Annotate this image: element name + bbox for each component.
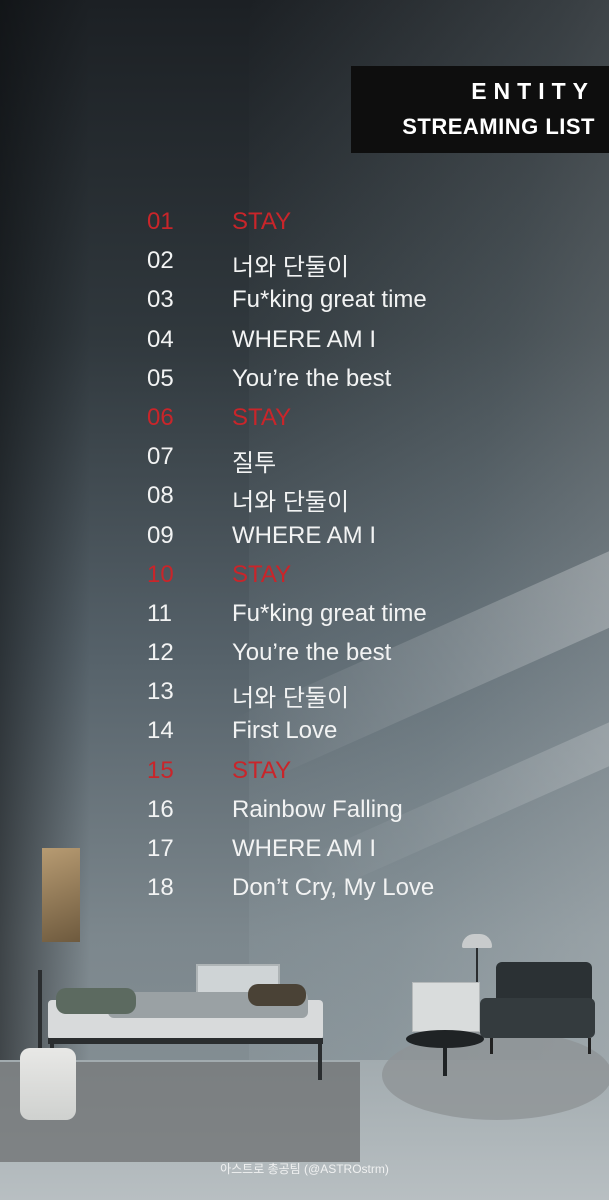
track-title: Rainbow Falling bbox=[232, 795, 403, 823]
track-number: 01 bbox=[147, 208, 174, 235]
track-row: 15 STAY bbox=[0, 753, 609, 792]
track-title: You’re the best bbox=[232, 639, 392, 667]
track-row: 16 Rainbow Falling bbox=[0, 792, 609, 831]
title-box: ENTITY STREAMING LIST bbox=[351, 66, 609, 153]
track-number: 14 bbox=[147, 717, 174, 745]
track-title: 너와 단둘이 bbox=[232, 685, 350, 713]
track-number: 07 bbox=[147, 443, 174, 471]
side-table bbox=[20, 1048, 76, 1120]
title-streaming-list: STREAMING LIST bbox=[402, 114, 595, 139]
track-number: 13 bbox=[147, 678, 174, 706]
track-title: WHERE AM I bbox=[232, 325, 377, 353]
credit-text: 아스트로 총공팀 (@ASTROstrm) bbox=[220, 1162, 389, 1176]
track-title: WHERE AM I bbox=[232, 521, 377, 549]
track-title: WHERE AM I bbox=[232, 835, 377, 862]
track-row: 05 You’re the best bbox=[0, 361, 609, 400]
bed bbox=[38, 970, 328, 1080]
track-row: 14 First Love bbox=[0, 713, 609, 752]
coffee-table bbox=[406, 1030, 484, 1076]
track-title: You’re the best bbox=[232, 364, 392, 392]
track-row: 09 WHERE AM I bbox=[0, 518, 609, 557]
track-row: 12 You’re the best bbox=[0, 635, 609, 674]
track-title: STAY bbox=[232, 403, 292, 431]
track-row: 08 너와 단둘이 bbox=[0, 478, 609, 517]
track-title: Fu*king great time bbox=[232, 599, 427, 627]
track-list: 01 STAY 02 너와 단둘이 03 Fu*king great time 04 WHER… bbox=[0, 204, 609, 909]
track-row: 03 Fu*king great time bbox=[0, 282, 609, 321]
track-row: 18 Don’t Cry, My Love bbox=[0, 870, 609, 909]
track-number: 10 bbox=[147, 560, 174, 588]
track-number: 05 bbox=[147, 364, 174, 392]
track-number: 16 bbox=[147, 795, 174, 823]
track-number: 12 bbox=[147, 639, 174, 667]
track-title: Don’t Cry, My Love bbox=[232, 874, 435, 902]
track-number: 06 bbox=[147, 403, 174, 431]
track-number: 02 bbox=[147, 247, 174, 275]
track-row: 13 너와 단둘이 bbox=[0, 674, 609, 713]
track-row: 11 Fu*king great time bbox=[0, 596, 609, 635]
track-row: 06 STAY bbox=[0, 400, 609, 439]
track-title: 너와 단둘이 bbox=[232, 254, 350, 282]
track-row: 10 STAY bbox=[0, 557, 609, 596]
track-title: 너와 단둘이 bbox=[232, 489, 350, 517]
track-number: 18 bbox=[147, 874, 174, 902]
track-title: STAY bbox=[232, 756, 292, 784]
track-number: 08 bbox=[147, 482, 174, 510]
track-row: 02 너와 단둘이 bbox=[0, 243, 609, 282]
track-number: 04 bbox=[147, 325, 174, 353]
armchair bbox=[480, 962, 595, 1054]
track-number: 15 bbox=[147, 756, 174, 784]
leaning-frame bbox=[412, 982, 480, 1032]
track-row: 04 WHERE AM I bbox=[0, 322, 609, 361]
track-number: 03 bbox=[147, 286, 174, 314]
track-title: Fu*king great time bbox=[232, 286, 427, 314]
track-title: STAY bbox=[232, 560, 292, 588]
track-number: 11 bbox=[147, 599, 172, 627]
track-title: STAY bbox=[232, 208, 292, 235]
title-entity: ENTITY bbox=[471, 78, 595, 104]
track-title: 질투 bbox=[232, 450, 277, 478]
track-number: 17 bbox=[147, 835, 174, 862]
track-title: First Love bbox=[232, 717, 338, 745]
track-row: 07 질투 bbox=[0, 439, 609, 478]
track-row: 17 WHERE AM I bbox=[0, 831, 609, 870]
track-number: 09 bbox=[147, 521, 174, 549]
track-row: 01 STAY bbox=[0, 204, 609, 243]
